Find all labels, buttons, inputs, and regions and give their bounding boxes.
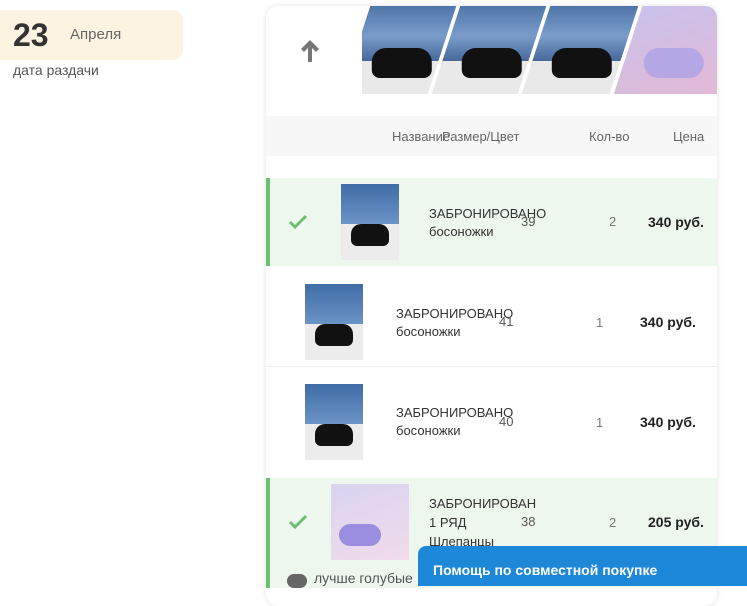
product-name-line2: 1 РЯД xyxy=(429,515,467,530)
product-name: ЗАБРОНИРОВАНО xyxy=(396,306,514,321)
product-size: 39 xyxy=(521,214,536,229)
product-thumbnail[interactable] xyxy=(305,284,363,360)
header-qty: Кол-во xyxy=(589,129,630,144)
product-size: 41 xyxy=(499,314,514,329)
product-name-line2: босоножки xyxy=(396,423,461,438)
distribution-date-badge: 23 Апреля xyxy=(0,10,183,60)
product-size: 38 xyxy=(521,514,536,529)
product-qty: 2 xyxy=(609,214,617,229)
date-caption: дата раздачи xyxy=(13,62,99,78)
date-month: Апреля xyxy=(70,26,122,43)
product-qty: 2 xyxy=(609,515,617,530)
table-row[interactable]: ЗАБРОНИРОВАНО босоножки 39 2 340 руб. xyxy=(266,178,717,266)
date-day: 23 xyxy=(13,17,49,53)
table-row[interactable]: ЗАБРОНИРОВАНО босоножки 41 1 340 руб. xyxy=(266,267,717,367)
product-thumbnail[interactable] xyxy=(331,484,409,560)
product-thumbnail[interactable] xyxy=(305,384,363,460)
order-card: Название Размер/Цвет Кол-во Цена ЗАБРОНИ… xyxy=(266,6,717,606)
product-name: ЗАБРОНИРОВАНО xyxy=(396,405,514,420)
product-qty: 1 xyxy=(596,315,604,330)
arrow-up-icon[interactable] xyxy=(298,36,322,64)
product-price: 340 руб. xyxy=(648,214,704,230)
table-row[interactable]: ЗАБРОНИРОВАНО босоножки 40 1 340 руб. xyxy=(266,368,717,468)
chat-bubble-icon xyxy=(287,574,307,588)
product-name-line2: босоножки xyxy=(429,224,494,239)
product-size: 40 xyxy=(499,414,514,429)
product-price: 205 руб. xyxy=(648,514,704,530)
help-bar-button[interactable]: Помощь по совместной покупке xyxy=(418,546,747,586)
product-name: ЗАБРОНИРОВАН xyxy=(429,496,537,511)
product-qty: 1 xyxy=(596,415,604,430)
product-price: 340 руб. xyxy=(640,314,696,330)
header-size: Размер/Цвет xyxy=(442,129,520,144)
product-price: 340 руб. xyxy=(640,414,696,430)
check-icon[interactable] xyxy=(288,214,308,230)
table-header: Название Размер/Цвет Кол-во Цена xyxy=(266,116,717,156)
product-thumbnail[interactable] xyxy=(341,184,399,260)
product-name-line2: босоножки xyxy=(396,324,461,339)
product-banner xyxy=(362,6,717,94)
header-price: Цена xyxy=(673,129,705,144)
check-icon[interactable] xyxy=(288,514,308,530)
